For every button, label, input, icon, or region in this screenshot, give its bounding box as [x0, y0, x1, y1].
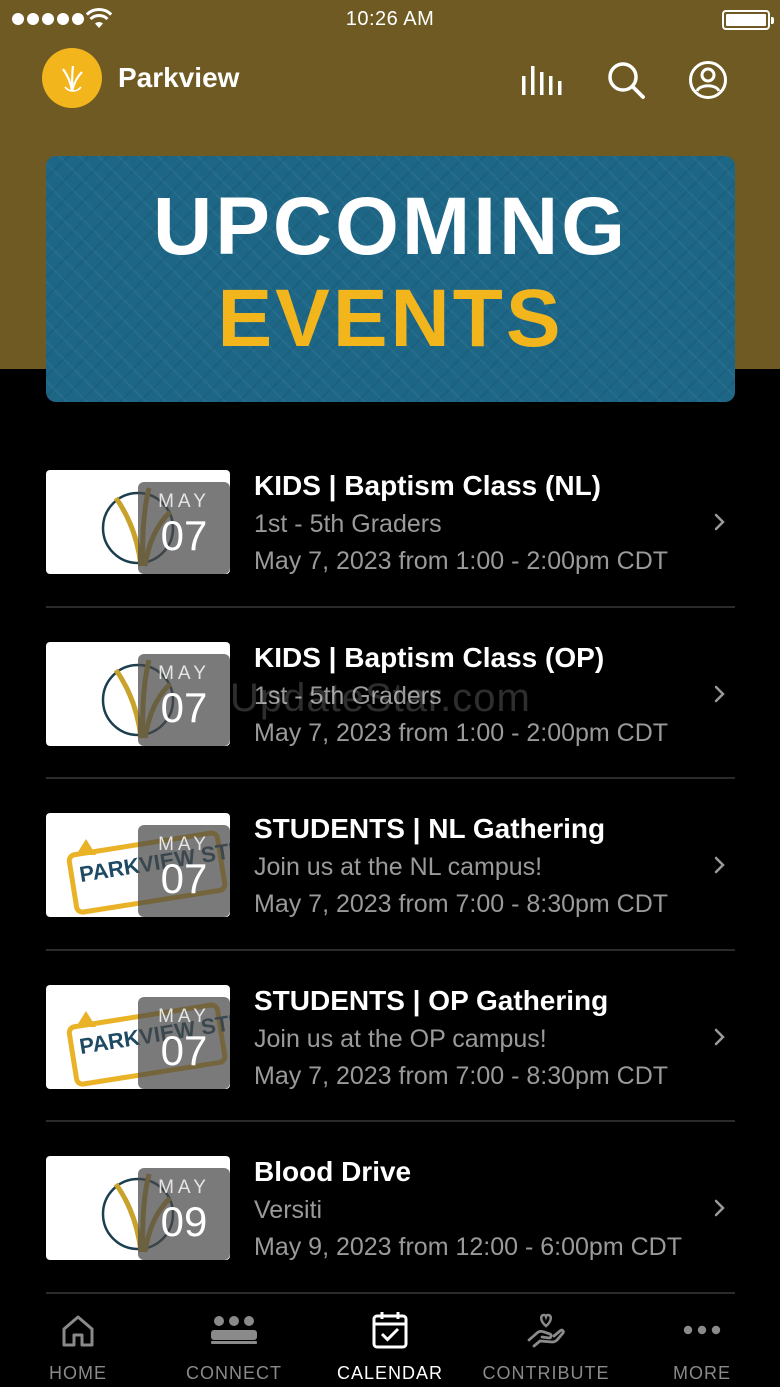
event-row[interactable]: MAY 07 KIDS | Baptism Class (OP) 1st - 5…: [46, 608, 735, 779]
event-thumbnail: MAY 07: [46, 470, 230, 574]
event-day: 07: [160, 1026, 208, 1074]
tab-label: CALENDAR: [336, 1363, 444, 1383]
event-subtitle: Join us at the OP campus!: [254, 1024, 547, 1053]
upcoming-events-banner: UPCOMING EVENTS: [46, 156, 735, 402]
bottom-tab-bar: HOME CONNECT CALENDAR CONTRIBUTE MORE: [0, 1296, 780, 1387]
event-thumbnail: MAY 07: [46, 641, 230, 746]
more-dots-icon: [677, 1310, 727, 1350]
tab-connect[interactable]: CONNECT: [156, 1296, 312, 1387]
event-subtitle: Join us at the NL campus!: [254, 853, 543, 881]
event-thumbnail: PARKVIEW STUDENTS MAY 07: [46, 984, 230, 1089]
event-datetime: May 9, 2023 from 12:00 - 6:00pm CDT: [254, 1233, 682, 1261]
chevron-right-icon: [714, 513, 725, 531]
banner-line1: UPCOMING: [153, 181, 628, 272]
tab-label: CONNECT: [186, 1363, 282, 1383]
event-month: MAY: [158, 1177, 210, 1198]
event-month: MAY: [158, 662, 210, 684]
event-row[interactable]: PARKVIEW STUDENTS MAY 07 STUDENTS | NL G…: [46, 779, 735, 951]
event-thumbnail: MAY 09: [46, 1156, 230, 1260]
calendar-icon: [365, 1310, 415, 1350]
home-icon: [53, 1310, 103, 1350]
event-row[interactable]: MAY 09 Blood Drive Versiti May 9, 2023 f…: [46, 1122, 735, 1294]
status-bar: 10:26 AM: [0, 0, 780, 40]
event-day: 07: [160, 512, 208, 559]
tab-label: MORE: [673, 1363, 731, 1383]
banner-line2: EVENTS: [217, 273, 564, 364]
event-month: MAY: [158, 834, 210, 855]
event-date-badge: MAY 07: [138, 653, 230, 746]
people-icon: [209, 1310, 259, 1350]
event-list: MAY 07 KIDS | Baptism Class (NL) 1st - 5…: [46, 436, 735, 1294]
tab-calendar[interactable]: CALENDAR: [312, 1296, 468, 1387]
event-datetime: May 7, 2023 from 7:00 - 8:30pm CDT: [254, 1061, 669, 1090]
event-datetime: May 7, 2023 from 1:00 - 2:00pm CDT: [254, 718, 669, 747]
tab-label: HOME: [49, 1363, 107, 1383]
tab-home[interactable]: HOME: [0, 1296, 156, 1387]
chevron-right-icon: [714, 1028, 725, 1045]
tab-contribute[interactable]: CONTRIBUTE: [468, 1296, 624, 1387]
search-icon: [608, 62, 645, 99]
event-subtitle: Versiti: [254, 1196, 323, 1224]
event-title: KIDS | Baptism Class (OP): [254, 641, 605, 673]
event-day: 07: [160, 855, 208, 902]
event-date-badge: MAY 07: [138, 482, 230, 574]
audio-bars-icon: [522, 66, 562, 95]
event-row[interactable]: MAY 07 KIDS | Baptism Class (NL) 1st - 5…: [46, 436, 735, 608]
profile-button[interactable]: [686, 58, 730, 102]
event-datetime: May 7, 2023 from 7:00 - 8:30pm CDT: [254, 890, 669, 918]
event-date-badge: MAY 07: [138, 996, 230, 1089]
wheat-icon: [62, 65, 83, 92]
event-row[interactable]: PARKVIEW STUDENTS MAY 07 STUDENTS | OP G…: [46, 951, 735, 1122]
battery-icon: [722, 10, 774, 30]
parkview-logo[interactable]: [42, 48, 102, 108]
tab-more[interactable]: MORE: [624, 1296, 780, 1387]
search-button[interactable]: [604, 58, 648, 102]
event-title: KIDS | Baptism Class (NL): [254, 470, 602, 501]
event-subtitle: 1st - 5th Graders: [254, 510, 442, 538]
event-title: Blood Drive: [254, 1156, 412, 1187]
event-date-badge: MAY 09: [138, 1168, 230, 1260]
event-day: 07: [160, 683, 208, 731]
media-button[interactable]: [520, 58, 564, 102]
event-month: MAY: [158, 1005, 210, 1027]
giving-hand-icon: [521, 1310, 571, 1350]
chevron-right-icon: [714, 856, 725, 874]
event-day: 09: [160, 1198, 208, 1245]
clock: 10:26 AM: [345, 8, 435, 30]
chevron-right-icon: [714, 685, 725, 702]
app-header: Parkview: [0, 48, 780, 110]
tab-label: CONTRIBUTE: [482, 1363, 610, 1383]
event-date-badge: MAY 07: [138, 825, 230, 917]
event-datetime: May 7, 2023 from 1:00 - 2:00pm CDT: [254, 547, 669, 575]
event-subtitle: 1st - 5th Graders: [254, 681, 442, 710]
event-title: STUDENTS | NL Gathering: [254, 813, 606, 844]
account-icon: [689, 61, 727, 99]
app-title: Parkview: [118, 62, 240, 93]
chevron-right-icon: [714, 1199, 725, 1217]
event-thumbnail: PARKVIEW STUDENTS MAY 07: [46, 813, 230, 917]
event-title: STUDENTS | OP Gathering: [254, 984, 609, 1016]
event-month: MAY: [158, 491, 210, 512]
